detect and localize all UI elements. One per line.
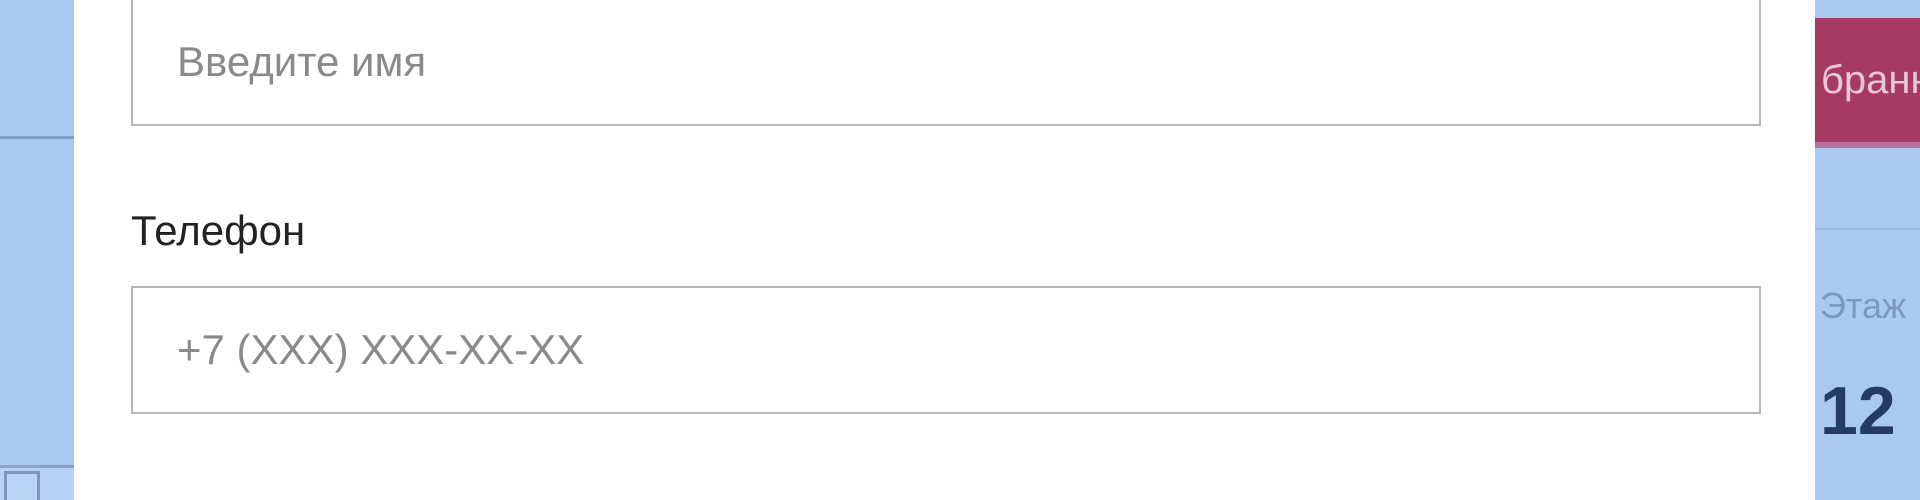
floor-label: Этаж xyxy=(1820,285,1907,326)
name-input[interactable] xyxy=(131,0,1761,126)
background-divider xyxy=(0,136,74,139)
phone-label: Телефон xyxy=(131,207,306,254)
phone-input[interactable] xyxy=(131,286,1761,414)
background-divider-right xyxy=(1815,228,1920,230)
page-backdrop: бранн Этаж 12 Телефон xyxy=(0,0,1920,500)
favorites-button[interactable]: бранн xyxy=(1815,18,1920,142)
contact-form-modal: Телефон xyxy=(74,0,1815,500)
floor-value: 12 xyxy=(1820,373,1896,449)
background-thumbnail xyxy=(4,471,40,500)
favorites-button-shadow xyxy=(1815,142,1920,148)
consent-text-cutoff xyxy=(131,488,1761,500)
